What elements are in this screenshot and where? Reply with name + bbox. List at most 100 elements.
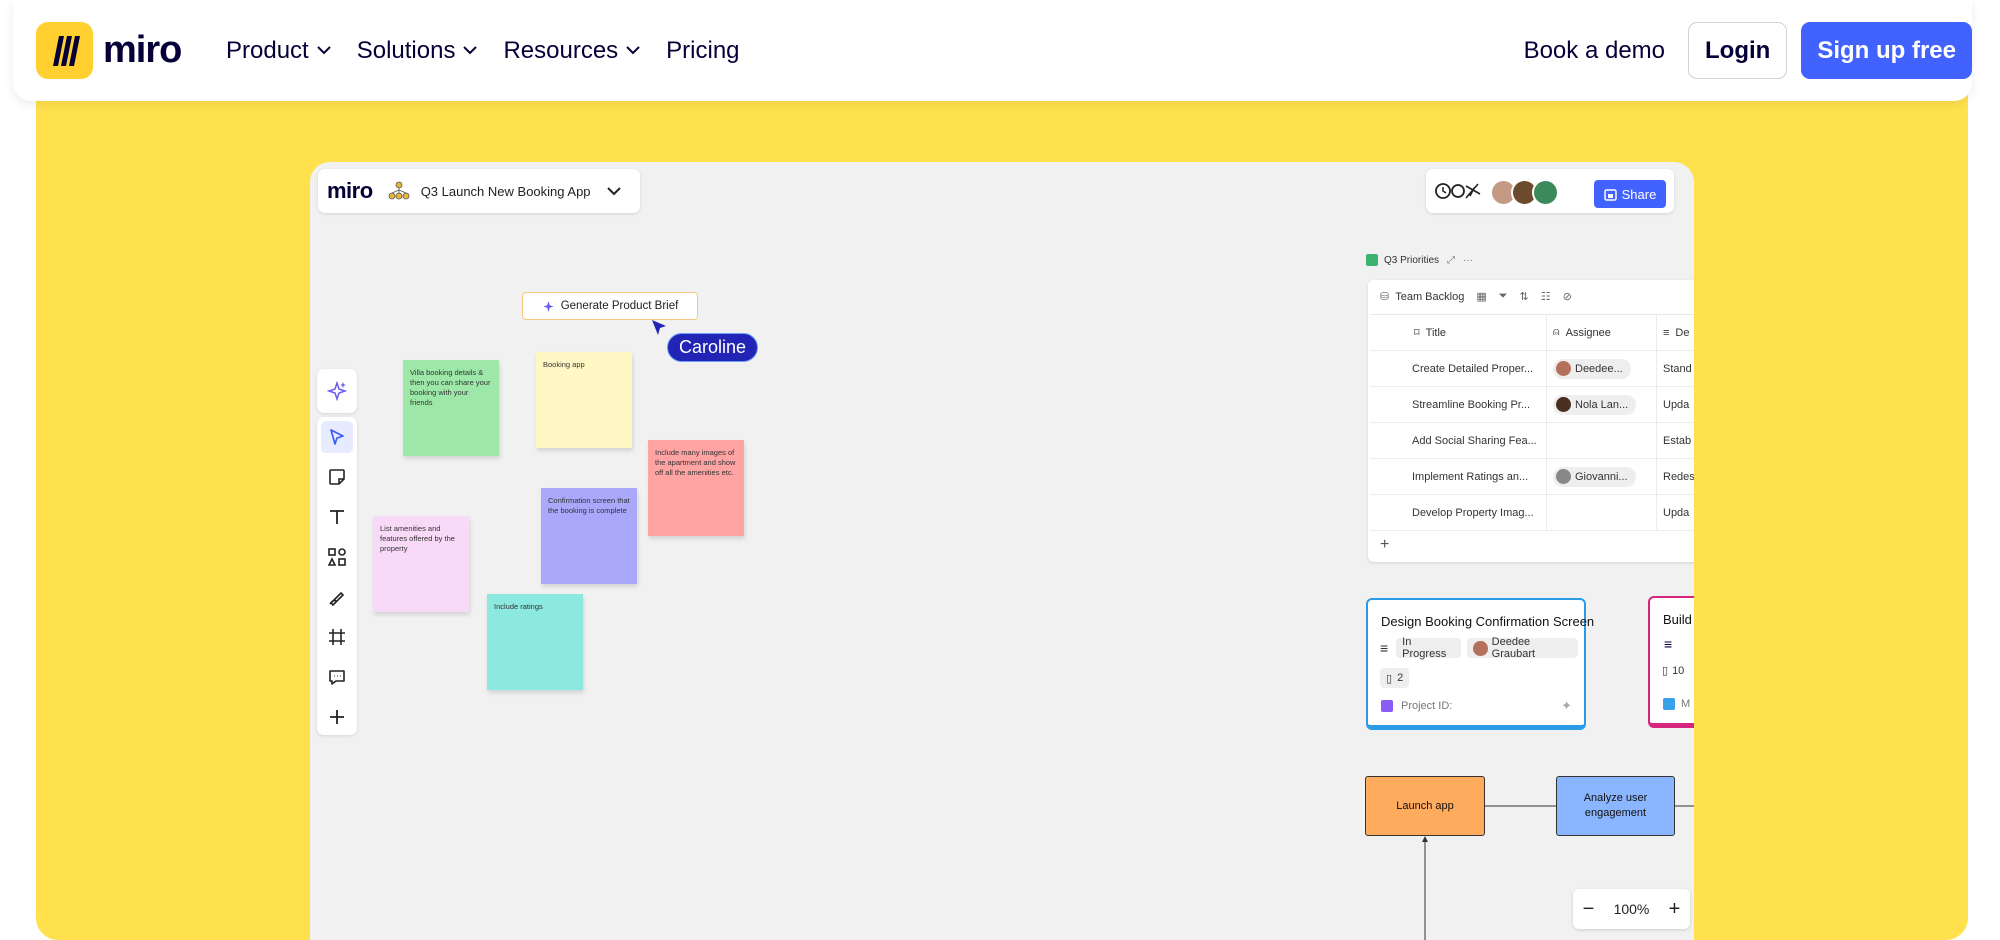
miro-logo-icon (36, 22, 93, 79)
file-icon: ▯ (1662, 665, 1669, 677)
sticky-note[interactable]: Confirmation screen that the booking is … (541, 488, 637, 584)
sort-icon[interactable]: ⇅ (1520, 290, 1529, 303)
card-title: Design Booking Confirmation Screen (1381, 614, 1595, 629)
card-title: Build (1663, 612, 1692, 627)
group-icon[interactable]: ☷ (1541, 290, 1551, 303)
flow-node-analyze[interactable]: Analyze user engagement (1556, 776, 1675, 836)
book-demo-link[interactable]: Book a demo (1524, 37, 1665, 65)
more-options-icon[interactable]: ··· (1463, 255, 1473, 266)
row-description: Redes (1656, 459, 1694, 494)
generate-product-brief-button[interactable]: Generate Product Brief (522, 292, 698, 320)
grid-view-icon[interactable]: ▦ (1476, 290, 1486, 303)
sticky-note[interactable]: Booking app (536, 352, 632, 448)
task-card[interactable]: Build ≡ ▯ 10 M (1648, 596, 1694, 728)
chevron-down-icon[interactable] (606, 186, 621, 196)
nav-pricing[interactable]: Pricing (666, 37, 739, 65)
nav-product-label: Product (226, 36, 309, 64)
chevron-down-icon (463, 46, 478, 55)
row-assignee (1546, 495, 1656, 530)
sparkle-icon (542, 300, 554, 312)
column-header-assignee[interactable]: ⍝ Assignee (1546, 315, 1656, 350)
arrowhead-icon (1422, 836, 1428, 842)
card-project: Project ID: (1381, 700, 1452, 712)
reactions-icon[interactable] (1434, 180, 1482, 202)
miro-logo[interactable]: miro (36, 22, 182, 79)
sticky-note[interactable]: List amenities and features offered by t… (373, 516, 469, 612)
hide-fields-icon[interactable]: ⊘ (1563, 290, 1572, 303)
sticky-note[interactable]: Villa booking details & then you can sha… (403, 360, 499, 456)
nav-resources[interactable]: Resources (503, 37, 640, 65)
sticky-note[interactable]: Include ratings (487, 594, 583, 690)
assignee-pill[interactable]: Giovanni... (1553, 466, 1636, 487)
table-row[interactable]: Implement Ratings an... Giovanni... Rede… (1370, 459, 1694, 495)
row-title: Streamline Booking Pr... (1412, 398, 1531, 411)
ai-assist-button[interactable] (317, 369, 357, 413)
table-title: Q3 Priorities (1384, 254, 1440, 266)
table-row[interactable]: Streamline Booking Pr... Nola Lan... Upd… (1370, 387, 1694, 423)
zoom-in-icon[interactable]: + (1669, 898, 1681, 921)
task-card[interactable]: Design Booking Confirmation Screen ≡ In … (1366, 598, 1594, 730)
column-header-description[interactable]: ≡ De (1656, 315, 1694, 350)
lines-icon: ≡ (1663, 326, 1670, 339)
frame-icon (329, 629, 345, 645)
board-logo: miro (327, 178, 373, 203)
status-badge[interactable]: In Progress (1396, 636, 1462, 660)
more-tools[interactable] (321, 701, 353, 733)
collaborator-avatars[interactable] (1490, 179, 1559, 206)
brand-name: miro (103, 29, 182, 71)
board-structure-icon (388, 181, 410, 200)
select-tool[interactable] (321, 421, 353, 453)
assignee-chip[interactable]: Deedee Graubart (1467, 636, 1578, 660)
bookmark-icon: ⌑ (1414, 327, 1420, 339)
login-button[interactable]: Login (1688, 22, 1788, 79)
signup-button[interactable]: Sign up free (1801, 22, 1972, 79)
avatar (1556, 361, 1571, 376)
shapes-tool[interactable] (321, 541, 353, 573)
pen-tool[interactable] (321, 581, 353, 613)
column-assignee-label: Assignee (1565, 326, 1611, 339)
share-button[interactable]: Share (1594, 180, 1666, 208)
row-title: Develop Property Imag... (1412, 506, 1534, 519)
add-row-button[interactable]: + (1380, 536, 1389, 554)
zoom-out-icon[interactable]: − (1583, 898, 1595, 921)
collaborator-cursor-label: Caroline (667, 333, 759, 362)
row-assignee: Deedee... (1546, 351, 1656, 386)
flow-node-launch[interactable]: Launch app (1365, 776, 1485, 836)
collaboration-bar: Share (1426, 169, 1674, 213)
zoom-level[interactable]: 100% (1614, 901, 1650, 917)
filter-icon[interactable]: ⏷ (1499, 290, 1508, 303)
expand-icon[interactable]: ⤢ (1447, 255, 1455, 266)
table-row[interactable]: Add Social Sharing Fea... Estab (1370, 423, 1694, 459)
assignee-pill[interactable]: Nola Lan... (1553, 394, 1637, 415)
pen-icon (329, 591, 345, 606)
sticky-note-tool[interactable] (321, 461, 353, 493)
row-description: Stand (1656, 351, 1694, 386)
table-row[interactable]: Create Detailed Proper... Deedee... Stan… (1370, 351, 1694, 387)
row-description: Estab (1656, 423, 1694, 458)
card-count: ▯ 2 (1380, 668, 1415, 688)
comment-tool[interactable] (321, 661, 353, 693)
nav-solutions[interactable]: Solutions (357, 37, 478, 65)
plus-icon (330, 710, 344, 724)
card-footer: M (1681, 698, 1691, 710)
avatar (1532, 179, 1559, 206)
column-header-title[interactable]: ⌑ Title (1370, 326, 1546, 339)
avatar (1556, 397, 1571, 412)
frame-tool[interactable] (321, 621, 353, 653)
cursor-icon (330, 429, 344, 445)
nav-product[interactable]: Product (226, 37, 331, 65)
shapes-icon (327, 548, 346, 566)
jira-icon: ✦ (1561, 698, 1572, 713)
assignee-name: Nola Lan... (1575, 398, 1629, 411)
nav-resources-label: Resources (503, 36, 619, 64)
table-widget: ⛁ Team Backlog ▦ ⏷ ⇅ ☷ ⊘ ⌑ Title ⍝ Assigne… (1368, 280, 1694, 562)
sticky-note[interactable]: Include many images of the apartment and… (648, 440, 744, 536)
file-icon: ▯ (1386, 672, 1393, 685)
assignee-pill[interactable]: Deedee... (1553, 358, 1631, 379)
table-view-name[interactable]: Team Backlog (1395, 291, 1464, 303)
table-header[interactable]: Q3 Priorities ⤢ ··· (1366, 254, 1473, 266)
board-name: Q3 Launch New Booking App (420, 183, 591, 199)
table-row[interactable]: Develop Property Imag... Upda (1370, 495, 1694, 531)
board-canvas[interactable]: miro Q3 Launch New Booking App Share Gen… (310, 162, 1694, 940)
text-tool[interactable] (321, 501, 353, 533)
